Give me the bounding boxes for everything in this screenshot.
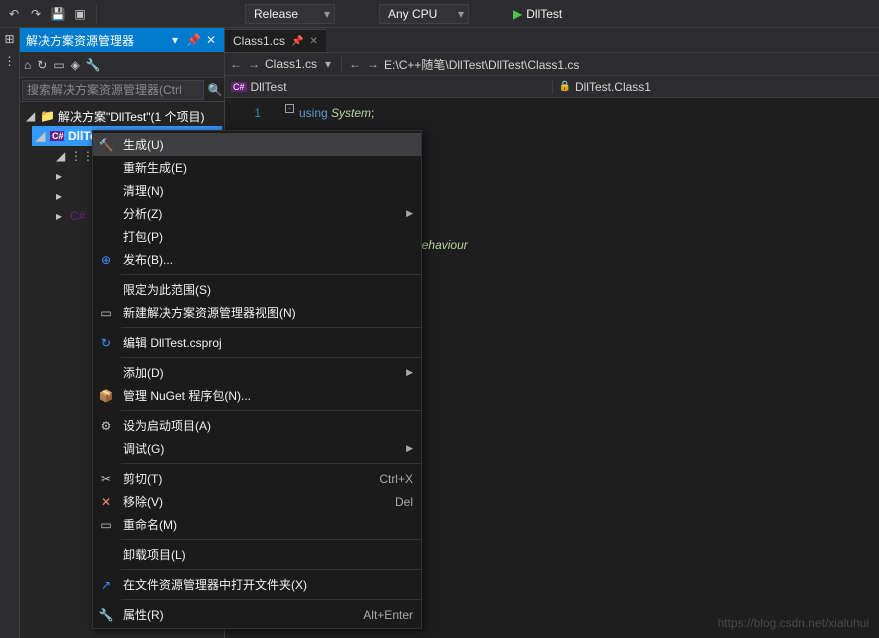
file-tabs: Class1.cs 📌 ✕ <box>225 28 879 52</box>
menu-rename[interactable]: ▭重命名(M) <box>93 513 421 536</box>
home-icon[interactable]: ⌂ <box>24 58 31 72</box>
rename-icon: ▭ <box>97 518 115 532</box>
left-rail: ⊞ ⋮ <box>0 28 20 638</box>
panel-header: 解决方案资源管理器 ▾ 📌 ✕ <box>20 28 224 52</box>
package-icon: 📦 <box>97 389 115 403</box>
fwd-icon[interactable]: → <box>366 57 380 71</box>
menu-remove[interactable]: ✕移除(V)Del <box>93 490 421 513</box>
window-icon: ▭ <box>97 306 115 320</box>
close-icon[interactable]: ✕ <box>204 33 218 47</box>
undo-icon[interactable]: ↶ <box>4 4 24 24</box>
save-icon[interactable]: 💾 <box>48 4 68 24</box>
menu-pack[interactable]: 打包(P) <box>93 225 421 248</box>
play-icon[interactable]: ▶ <box>513 7 522 21</box>
menu-publish[interactable]: ⊕发布(B)... <box>93 248 421 271</box>
back-icon[interactable]: ← <box>229 57 243 71</box>
menu-newview[interactable]: ▭新建解决方案资源管理器视图(N) <box>93 301 421 324</box>
main-toolbar: ↶ ↷ 💾 ▣ Release Any CPU ▶ DllTest <box>0 0 879 28</box>
panel-title: 解决方案资源管理器 <box>26 32 164 49</box>
fwd-icon[interactable]: → <box>247 57 261 71</box>
menu-open-folder[interactable]: ↗在文件资源管理器中打开文件夹(X) <box>93 573 421 596</box>
rail-icon[interactable]: ⊞ <box>4 32 14 46</box>
saveall-icon[interactable]: ▣ <box>70 4 90 24</box>
panel-toolbar: ⌂ ↻ ▭ ◈ 🔧 <box>20 52 224 78</box>
menu-cut[interactable]: ✂剪切(T)Ctrl+X <box>93 467 421 490</box>
solution-label: 解决方案"DllTest"(1 个项目) <box>58 108 205 125</box>
solution-icon: 📁 <box>40 109 54 123</box>
run-target[interactable]: DllTest <box>526 7 562 21</box>
menu-scope[interactable]: 限定为此范围(S) <box>93 278 421 301</box>
showall-icon[interactable]: ◈ <box>71 58 80 72</box>
csharp-icon: C# <box>50 131 64 141</box>
context-bar: C# DllTest 🔒 DllTest.Class1 <box>225 76 879 98</box>
class-selector[interactable]: 🔒 DllTest.Class1 <box>553 80 879 94</box>
tab-label: Class1.cs <box>233 34 285 48</box>
menu-rebuild[interactable]: 重新生成(E) <box>93 156 421 179</box>
rail-icon[interactable]: ⋮ <box>4 54 16 68</box>
refresh-icon[interactable]: ↻ <box>37 58 47 72</box>
menu-properties[interactable]: 🔧属性(R)Alt+Enter <box>93 603 421 626</box>
menu-analyze[interactable]: 分析(Z)▶ <box>93 202 421 225</box>
chevron-right-icon: ▶ <box>406 208 413 219</box>
edit-icon: ↻ <box>97 336 115 350</box>
menu-add[interactable]: 添加(D)▶ <box>93 361 421 384</box>
expand-icon[interactable]: ◢ <box>26 109 36 123</box>
menu-nuget[interactable]: 📦管理 NuGet 程序包(N)... <box>93 384 421 407</box>
globe-icon: ⊕ <box>97 253 115 267</box>
properties-icon[interactable]: 🔧 <box>86 58 101 72</box>
menu-startup[interactable]: ⚙设为启动项目(A) <box>93 414 421 437</box>
search-input[interactable] <box>22 80 204 100</box>
dropdown-icon[interactable]: ▾ <box>168 33 182 47</box>
nav-file[interactable]: Class1.cs <box>265 57 317 71</box>
search-row: 🔍 <box>20 78 224 102</box>
menu-edit-proj[interactable]: ↻编辑 DllTest.csproj <box>93 331 421 354</box>
menu-unload[interactable]: 卸载项目(L) <box>93 543 421 566</box>
pin-icon[interactable]: 📌 <box>291 36 303 47</box>
close-icon[interactable]: ✕ <box>309 36 317 47</box>
csharp-icon: C# <box>231 82 247 92</box>
pin-icon[interactable]: 📌 <box>186 33 200 47</box>
solution-node[interactable]: ◢ 📁 解决方案"DllTest"(1 个项目) <box>22 106 222 126</box>
back-icon[interactable]: ← <box>348 57 362 71</box>
watermark: https://blog.csdn.net/xialuhui <box>718 616 869 630</box>
folder-icon: ↗ <box>97 578 115 592</box>
delete-icon: ✕ <box>97 495 115 509</box>
nav-bar: ← → Class1.cs ▾ ← → E:\C++随笔\DllTest\Dll… <box>225 52 879 76</box>
menu-clean[interactable]: 清理(N) <box>93 179 421 202</box>
file-tab[interactable]: Class1.cs 📌 ✕ <box>225 29 326 52</box>
nav-path[interactable]: E:\C++随笔\DllTest\DllTest\Class1.cs <box>384 56 579 73</box>
menu-build[interactable]: 🔨生成(U) <box>93 133 421 156</box>
context-menu: 🔨生成(U) 重新生成(E) 清理(N) 分析(Z)▶ 打包(P) ⊕发布(B)… <box>92 130 422 629</box>
gear-icon: ⚙ <box>97 419 115 433</box>
config-dropdown[interactable]: Release <box>245 4 335 24</box>
build-icon: 🔨 <box>97 138 115 152</box>
wrench-icon: 🔧 <box>97 608 115 622</box>
menu-debug[interactable]: 调试(G)▶ <box>93 437 421 460</box>
chevron-right-icon: ▶ <box>406 367 413 378</box>
project-selector[interactable]: C# DllTest <box>225 80 553 94</box>
expand-icon[interactable]: ◢ <box>36 129 46 143</box>
redo-icon[interactable]: ↷ <box>26 4 46 24</box>
collapse-icon[interactable]: ▭ <box>53 58 64 72</box>
platform-dropdown[interactable]: Any CPU <box>379 4 469 24</box>
lock-icon: 🔒 <box>559 81 571 92</box>
chevron-right-icon: ▶ <box>406 443 413 454</box>
cut-icon: ✂ <box>97 472 115 486</box>
